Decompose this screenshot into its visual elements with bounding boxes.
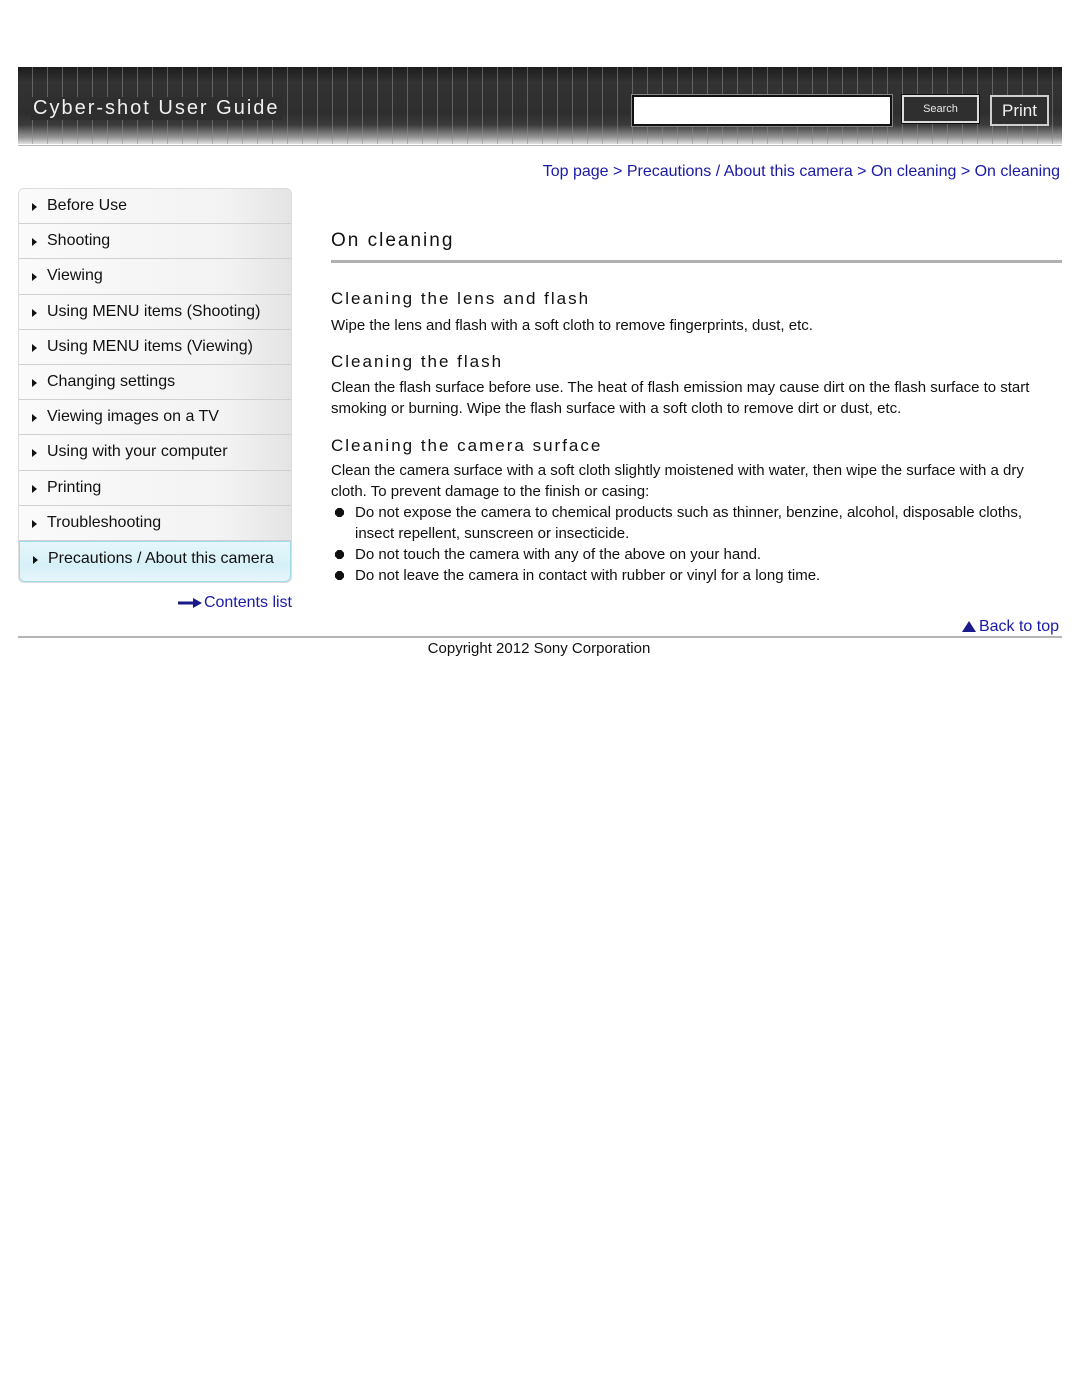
sidebar-item-label: Before Use <box>47 197 128 214</box>
section-heading-camera-surface: Cleaning the camera surface <box>331 436 603 455</box>
print-button[interactable]: Print <box>990 95 1049 126</box>
triangle-right-icon <box>32 203 37 211</box>
breadcrumb-on-cleaning-page[interactable]: On cleaning <box>975 163 1060 180</box>
list-item: Do not leave the camera in contact with … <box>331 565 1062 586</box>
section-text-lens-flash: Wipe the lens and flash with a soft clot… <box>331 317 813 334</box>
triangle-right-icon <box>32 449 37 458</box>
sidebar-item-label: Troubleshooting <box>47 513 162 531</box>
contents-list-label: Contents list <box>203 594 292 611</box>
search-button[interactable]: Search <box>901 94 980 124</box>
sidebar-item-label: Shooting <box>47 232 111 250</box>
contents-list-link[interactable]: Contents list <box>177 594 292 612</box>
sidebar-item-label: Viewing images on a TV <box>47 408 219 426</box>
triangle-right-icon <box>32 484 37 493</box>
precaution-list: Do not expose the camera to chemical pro… <box>331 502 1062 586</box>
sidebar-item-label: Using MENU items (Shooting) <box>47 302 261 320</box>
breadcrumb-on-cleaning-category[interactable]: On cleaning <box>871 163 956 180</box>
main-content: On cleaning Cleaning the lens and flash … <box>331 230 1062 584</box>
site-title: Cyber-shot User Guide <box>31 97 282 120</box>
list-item: Do not touch the camera with any of the … <box>331 544 1062 565</box>
triangle-right-icon <box>32 378 37 387</box>
sidebar-item-menu-viewing[interactable]: Using MENU items (Viewing) <box>19 329 291 365</box>
bullet-icon <box>335 508 344 517</box>
sidebar-item-computer[interactable]: Using with your computer <box>19 435 291 471</box>
sidebar-item-troubleshooting[interactable]: Troubleshooting <box>19 505 291 541</box>
triangle-right-icon <box>32 414 37 423</box>
page-title: On cleaning <box>331 230 455 251</box>
sidebar-item-label: Changing settings <box>47 372 176 390</box>
list-item-text: Do not leave the camera in contact with … <box>355 567 821 584</box>
breadcrumb: Top page > Precautions / About this came… <box>543 163 1060 181</box>
back-to-top-link[interactable]: Back to top <box>961 618 1059 636</box>
back-to-top-label: Back to top <box>978 618 1059 635</box>
search-input[interactable] <box>631 94 893 127</box>
sidebar-item-menu-shooting[interactable]: Using MENU items (Shooting) <box>19 294 291 330</box>
arrow-right-icon <box>177 597 202 608</box>
section-heading-lens-flash: Cleaning the lens and flash <box>331 289 591 308</box>
triangle-right-icon <box>32 238 37 247</box>
section-text-camera-surface: Clean the camera surface with a soft clo… <box>331 462 1024 500</box>
sidebar-item-viewing-on-tv[interactable]: Viewing images on a TV <box>19 400 291 436</box>
sidebar-item-label: Using MENU items (Viewing) <box>47 337 253 355</box>
bullet-icon <box>335 550 344 559</box>
sidebar-item-label: Using with your computer <box>47 443 228 461</box>
sidebar-item-before-use[interactable]: Before Use <box>19 189 291 225</box>
list-item-text: Do not touch the camera with any of the … <box>355 546 762 563</box>
sidebar-nav: Before Use Shooting Viewing Using MENU i… <box>18 188 292 583</box>
sidebar-item-printing[interactable]: Printing <box>19 470 291 506</box>
sidebar-item-viewing[interactable]: Viewing <box>19 259 291 295</box>
sidebar-item-changing-settings[interactable]: Changing settings <box>19 364 291 401</box>
triangle-right-icon <box>32 273 37 282</box>
triangle-right-icon <box>32 308 37 317</box>
triangle-right-icon <box>33 555 38 564</box>
sidebar-item-label: Precautions / About this camera <box>48 549 274 567</box>
header-divider <box>18 145 1062 146</box>
section-heading-flash: Cleaning the flash <box>331 352 504 371</box>
copyright-text: Copyright 2012 Sony Corporation <box>427 640 651 657</box>
title-divider <box>331 260 1062 263</box>
sidebar-item-precautions[interactable]: Precautions / About this camera <box>19 540 291 582</box>
site-header: Cyber-shot User Guide Search Print <box>18 67 1062 144</box>
sidebar-item-label: Viewing <box>47 267 103 285</box>
triangle-right-icon <box>32 519 37 528</box>
bullet-icon <box>335 571 344 580</box>
list-item-text: Do not expose the camera to chemical pro… <box>355 504 1023 542</box>
triangle-right-icon <box>32 343 37 352</box>
breadcrumb-top-page[interactable]: Top page <box>543 163 609 180</box>
breadcrumb-precautions[interactable]: Precautions / About this camera <box>627 163 853 180</box>
sidebar-item-label: Printing <box>47 478 102 496</box>
breadcrumb-separator: > <box>613 163 623 180</box>
section-text-flash: Clean the flash surface before use. The … <box>331 379 1030 417</box>
list-item: Do not expose the camera to chemical pro… <box>331 502 1062 544</box>
sidebar-item-shooting[interactable]: Shooting <box>19 224 291 260</box>
footer-divider <box>18 636 1062 638</box>
breadcrumb-separator: > <box>857 163 867 180</box>
breadcrumb-separator: > <box>960 163 971 180</box>
triangle-up-icon <box>961 621 976 632</box>
